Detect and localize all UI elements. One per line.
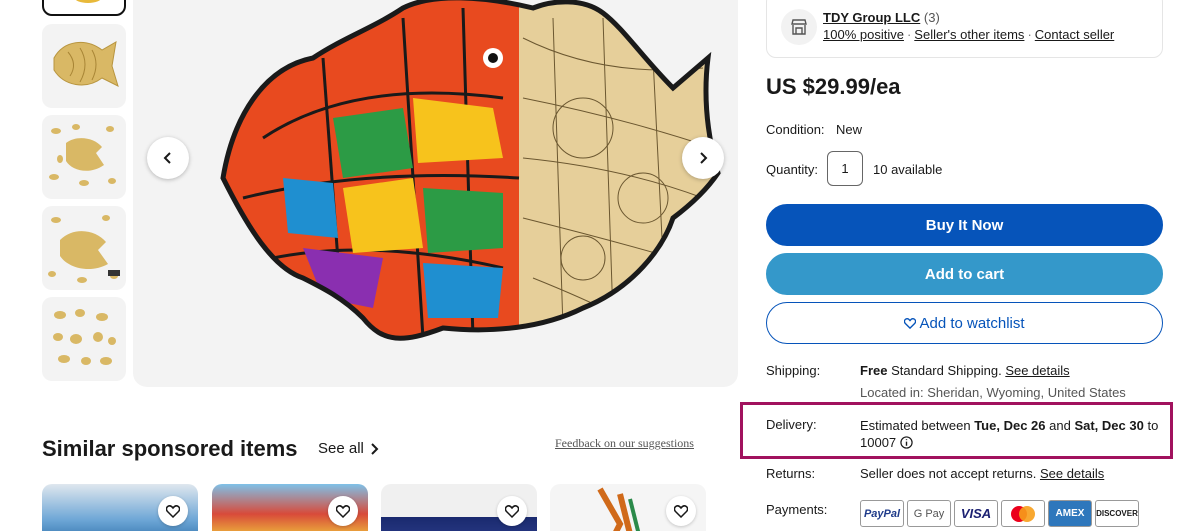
seller-feedback-count: (3) [923,10,940,25]
chevron-right-icon [700,152,708,164]
shipping-label: Shipping: [766,363,821,378]
similar-item-card[interactable] [42,484,198,531]
payment-methods: PayPal G Pay VISA AMEX DISCOVER [860,500,1139,527]
condition-value: New [836,122,863,137]
fish-thumbnail-icon [75,0,101,3]
see-all-link[interactable]: See all [318,440,380,457]
delivery-prefix: Estimated between [860,418,971,433]
delivery-label: Delivery: [766,417,817,432]
thumbnail-strip [42,0,128,388]
seller-links: 100% positive · Seller's other items · Conta… [823,27,1115,42]
puzzle-pieces-thumbnail-icon [48,215,120,283]
heart-icon [336,504,350,518]
thumbnail-4[interactable] [42,206,126,290]
seller-other-items-link[interactable]: Seller's other items [914,27,1024,42]
watch-heart-button[interactable] [497,496,527,526]
condition-label: Condition: [766,122,825,137]
mastercard-icon [1001,500,1045,527]
delivery-end-date: Sat, Dec 30 [1074,418,1144,433]
similar-item-card[interactable] [381,484,537,531]
watch-heart-button[interactable] [666,496,696,526]
info-icon[interactable] [900,436,913,449]
seller-positive-link[interactable]: 100% positive [823,27,904,42]
next-image-button[interactable] [682,137,724,179]
chevron-left-icon [163,152,171,164]
watch-heart-button[interactable] [158,496,188,526]
shipping-free: Free [860,363,888,378]
shipping-value: Free Standard Shipping. See details [860,363,1070,378]
previous-image-button[interactable] [147,137,189,179]
store-icon [781,9,817,45]
paypal-icon: PayPal [860,500,904,527]
discover-icon: DISCOVER [1095,500,1139,527]
heart-icon [166,504,180,518]
add-to-watchlist-label: Add to watchlist [919,314,1025,332]
see-all-label: See all [318,440,364,457]
quantity-label: Quantity: [766,162,819,177]
heart-icon [674,504,688,518]
fish-puzzle-image [220,0,721,341]
visa-icon: VISA [954,500,998,527]
puzzle-pieces-thumbnail-icon [49,124,116,186]
watch-heart-button[interactable] [328,496,358,526]
delivery-and: and [1049,418,1071,433]
chevron-right-icon [371,442,379,455]
seller-info-card: TDY Group LLC (3) 100% positive · Seller's… [766,0,1163,58]
seller-name-link[interactable]: TDY Group LLC [823,10,920,25]
seller-name-row: TDY Group LLC (3) [823,10,940,25]
thumbnail-selected[interactable] [42,0,126,16]
delivery-start-date: Tue, Dec 26 [974,418,1046,433]
add-to-watchlist-button[interactable]: Add to watchlist [766,302,1163,344]
thumbnail-2[interactable] [42,24,126,108]
add-to-cart-button[interactable]: Add to cart [766,253,1163,295]
contact-seller-link[interactable]: Contact seller [1035,27,1114,42]
feedback-link[interactable]: Feedback on our suggestions [555,436,694,451]
similar-item-card[interactable] [212,484,368,531]
puzzle-pieces-thumbnail-icon [53,309,116,365]
quantity-available: 10 available [873,162,943,177]
heart-icon [904,317,917,329]
main-product-image [133,0,738,387]
returns-label: Returns: [766,466,816,481]
heart-icon [505,504,519,518]
payments-label: Payments: [766,502,828,517]
shipping-details-link[interactable]: See details [1005,363,1069,378]
thumbnail-5[interactable] [42,297,126,381]
buy-it-now-button[interactable]: Buy It Now [766,204,1163,246]
delivery-estimate: Estimated between Tue, Dec 26 and Sat, D… [860,417,1160,451]
thumbnail-3[interactable] [42,115,126,199]
returns-details-link[interactable]: See details [1040,466,1104,481]
returns-text: Seller does not accept returns. [860,466,1037,481]
returns-value: Seller does not accept returns. See deta… [860,466,1104,481]
similar-item-card[interactable] [550,484,706,531]
similar-items-title: Similar sponsored items [42,436,298,461]
amex-icon: AMEX [1048,500,1092,527]
item-price: US $29.99/ea [766,74,901,99]
quantity-input[interactable] [827,151,863,186]
wood-fish-thumbnail-icon [53,41,119,87]
google-pay-icon: G Pay [907,500,951,527]
item-location: Located in: Sheridan, Wyoming, United St… [860,385,1126,400]
shipping-method: Standard Shipping. [891,363,1002,378]
